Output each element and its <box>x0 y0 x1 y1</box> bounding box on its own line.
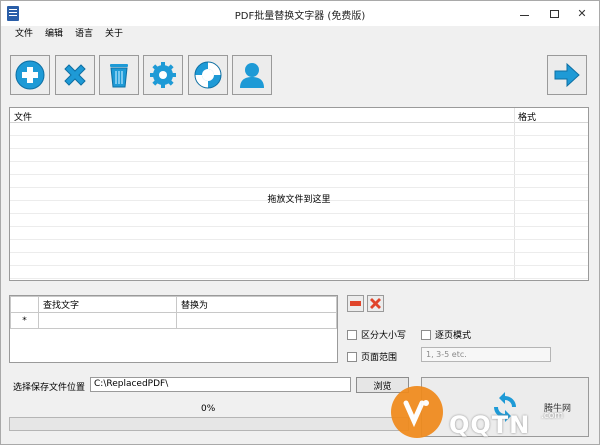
minimize-button[interactable] <box>509 1 539 26</box>
arrow-right-icon <box>554 62 580 88</box>
close-button[interactable]: ✕ <box>567 1 597 26</box>
replace-grid[interactable]: 查找文字 替换为 * <box>9 295 338 363</box>
progress-percent: 0% <box>201 404 216 414</box>
account-button[interactable] <box>232 55 272 95</box>
drop-hint: 拖放文件到这里 <box>267 195 331 205</box>
add-icon <box>15 60 45 90</box>
column-find-text: 查找文字 <box>38 296 177 313</box>
new-row-marker: * <box>10 312 39 329</box>
delete-row-button[interactable] <box>347 295 364 312</box>
title-bar: PDF批量替换文字器 (免费版) ✕ <box>1 1 599 26</box>
watermark-logo <box>391 386 443 438</box>
menu-edit[interactable]: 编辑 <box>39 26 69 43</box>
save-location-label: 选择保存文件位置 <box>13 383 86 393</box>
settings-button[interactable] <box>143 55 183 95</box>
page-mode-option[interactable]: 逐页模式 <box>421 328 471 341</box>
menu-about[interactable]: 关于 <box>99 26 129 43</box>
clear-list-button[interactable] <box>99 55 139 95</box>
menu-file[interactable]: 文件 <box>9 26 39 43</box>
replace-with-cell[interactable] <box>176 312 337 329</box>
next-step-button[interactable] <box>547 55 587 95</box>
save-path-input[interactable]: C:\ReplacedPDF\ <box>90 377 351 392</box>
page-range-option[interactable]: 页面范围 <box>347 350 397 363</box>
remove-file-button[interactable] <box>55 55 95 95</box>
progress-bar <box>9 417 409 431</box>
help-icon <box>194 61 222 89</box>
page-mode-checkbox[interactable] <box>421 329 431 340</box>
page-mode-label: 逐页模式 <box>435 331 472 341</box>
file-list-header: 文件 格式 <box>10 108 588 123</box>
case-sensitive-label: 区分大小写 <box>361 331 407 341</box>
x-icon <box>370 298 381 309</box>
column-replace-with: 替换为 <box>176 296 337 313</box>
maximize-button[interactable] <box>539 1 569 26</box>
toolbar <box>1 51 599 96</box>
brand-logo-icon <box>403 400 429 428</box>
settings-icon <box>150 62 176 88</box>
help-button[interactable] <box>188 55 228 95</box>
page-range-label: 页面范围 <box>361 353 398 363</box>
column-file[interactable]: 文件 <box>14 110 32 123</box>
app-window: PDF批量替换文字器 (免费版) ✕ 文件 编辑 语言 关于 文件 格式 拖放文… <box>0 0 600 445</box>
clear-rows-button[interactable] <box>367 295 384 312</box>
remove-icon <box>64 64 86 86</box>
file-list[interactable]: 文件 格式 拖放文件到这里 <box>9 107 589 281</box>
user-icon <box>240 63 264 88</box>
column-format[interactable]: 格式 <box>518 110 536 123</box>
menu-bar: 文件 编辑 语言 关于 <box>1 26 599 43</box>
grid-corner <box>10 296 39 313</box>
add-files-button[interactable] <box>10 55 50 95</box>
minus-icon <box>350 301 361 306</box>
watermark-text: QQTN <box>449 411 531 439</box>
clear-icon <box>110 64 128 88</box>
minimize-icon <box>519 15 529 16</box>
watermark-suffix: .com <box>541 411 564 421</box>
page-range-checkbox[interactable] <box>347 351 357 362</box>
page-range-input[interactable]: 1, 3-5 etc. <box>421 347 551 362</box>
case-sensitive-checkbox[interactable] <box>347 329 357 340</box>
maximize-icon <box>549 9 559 18</box>
find-text-cell[interactable] <box>38 312 177 329</box>
case-sensitive-option[interactable]: 区分大小写 <box>347 328 406 341</box>
close-icon: ✕ <box>577 7 587 20</box>
menu-language[interactable]: 语言 <box>69 26 99 43</box>
